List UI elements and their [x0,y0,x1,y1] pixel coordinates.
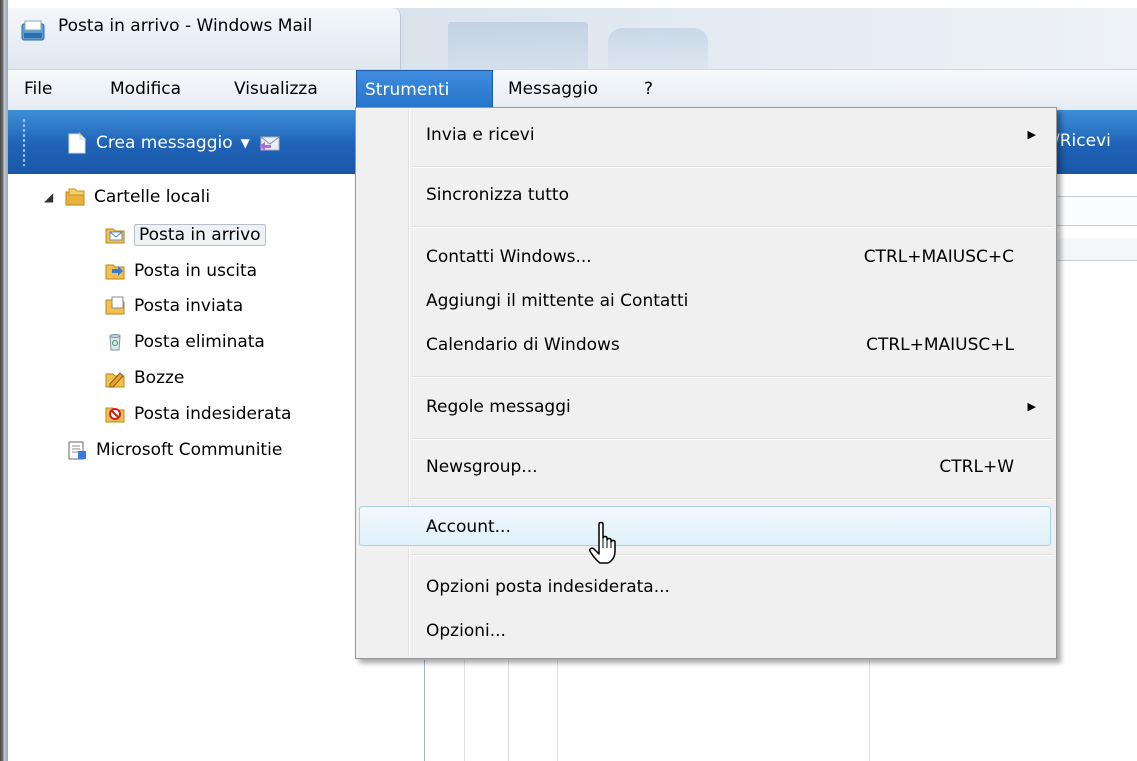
tree-item-microsoft-communities[interactable]: Microsoft Communitie [66,435,282,465]
menu-item-options[interactable]: Opzioni... [358,614,1054,648]
menu-item-shortcut: CTRL+W [939,457,1014,477]
tree-item-label: Posta indesiderata [134,404,292,424]
menu-item-newsgroups[interactable]: Newsgroup... CTRL+W [358,450,1054,484]
menu-separator [412,554,1052,556]
tree-item-label: Posta inviata [134,296,244,316]
menu-item-junk-options[interactable]: Opzioni posta indesiderata... [358,570,1054,604]
menu-item-message-rules[interactable]: Regole messaggi ▶ [358,390,1054,424]
menu-modifica[interactable]: Modifica [102,70,189,110]
column-divider [464,660,465,761]
hand-cursor-icon [589,521,616,564]
chevron-down-icon[interactable]: ▼ [241,136,250,150]
tree-item-junk[interactable]: Posta indesiderata [104,399,291,429]
junk-mail-icon [105,407,125,423]
window-title: Posta in arrivo - Windows Mail [58,16,313,36]
windows-mail-icon [21,20,45,41]
newsgroup-server-icon [68,441,86,460]
menu-item-accounts[interactable]: Account... [359,506,1051,546]
column-header-strip [1050,238,1137,261]
tools-dropdown-menu: Invia e ricevi ▶ Sincronizza tutto Conta… [355,107,1057,659]
menu-separator [412,498,1052,500]
tree-item-label: Posta in arrivo [134,224,266,246]
menu-strumenti[interactable]: Strumenti [356,70,493,110]
menu-bar: File Modifica Visualizza Strumenti Messa… [8,69,1137,111]
new-message-label: Crea messaggio [96,133,233,153]
title-glass-background-2 [608,28,708,70]
menu-item-label: Calendario di Windows [426,335,620,355]
sent-folder-icon [105,296,125,315]
tree-item-label: Posta eliminata [134,332,265,352]
column-divider [869,660,870,761]
menu-item-sync-all[interactable]: Sincronizza tutto [358,178,1054,212]
toolbar-grip[interactable] [22,118,26,166]
menu-file[interactable]: File [16,70,60,110]
search-bar-strip [1050,196,1137,226]
tree-item-deleted[interactable]: Posta eliminata [104,327,265,357]
column-divider [508,660,509,761]
new-message-button[interactable]: Crea messaggio ▼ [66,131,282,155]
menu-separator [412,166,1052,168]
local-folders-icon [65,188,85,206]
menu-separator [412,226,1052,228]
menu-item-shortcut: CTRL+MAIUSC+C [863,247,1014,267]
send-receive-button[interactable]: /Ricevi [1054,131,1111,151]
menu-item-windows-contacts[interactable]: Contatti Windows... CTRL+MAIUSC+C [358,240,1054,274]
drafts-pencil-icon [105,372,125,388]
tree-item-label: Cartelle locali [94,187,211,207]
tree-item-label: Microsoft Communitie [96,440,283,460]
tree-item-outbox[interactable]: Posta in uscita [104,256,257,286]
menu-visualizza[interactable]: Visualizza [226,70,326,110]
menu-item-shortcut: CTRL+MAIUSC+L [866,335,1014,355]
menu-item-label: Opzioni... [426,621,506,641]
tree-item-inbox[interactable]: Posta in arrivo [104,220,266,250]
tree-item-label: Bozze [134,368,185,388]
menu-item-label: Sincronizza tutto [426,185,569,205]
title-glass-background [448,22,588,70]
menu-item-label: Opzioni posta indesiderata... [426,577,670,597]
tree-item-drafts[interactable]: Bozze [104,363,184,393]
tree-item-sent[interactable]: Posta inviata [104,291,243,321]
submenu-arrow-icon: ▶ [1027,128,1036,141]
column-divider [557,660,558,761]
menu-separator [412,376,1052,378]
menu-item-label: Newsgroup... [426,457,538,477]
inbox-folder-icon [105,228,125,244]
menu-item-label: Contatti Windows... [426,247,592,267]
menu-item-label: Invia e ricevi [426,125,535,145]
column-divider [424,660,425,761]
menu-item-label: Aggiungi il mittente ai Contatti [426,291,689,311]
recycle-bin-icon [109,334,121,351]
outbox-folder-icon [105,264,125,280]
submenu-arrow-icon: ▶ [1027,400,1036,413]
window-left-border [0,0,8,761]
menu-messaggio[interactable]: Messaggio [500,70,606,110]
reply-icon[interactable] [258,132,282,154]
menu-item-add-sender-to-contacts[interactable]: Aggiungi il mittente ai Contatti [358,284,1054,318]
tree-item-local-folders[interactable]: ◢ Cartelle locali [44,182,210,212]
menu-item-send-receive[interactable]: Invia e ricevi ▶ [358,118,1054,152]
menu-separator [412,438,1052,440]
collapse-triangle-icon[interactable]: ◢ [44,190,56,204]
tree-item-label: Posta in uscita [134,261,258,281]
menu-item-label: Account... [426,517,511,537]
new-message-icon [68,132,86,154]
menu-item-label: Regole messaggi [426,397,571,417]
menu-item-windows-calendar[interactable]: Calendario di Windows CTRL+MAIUSC+L [358,328,1054,362]
menu-help[interactable]: ? [636,70,661,110]
